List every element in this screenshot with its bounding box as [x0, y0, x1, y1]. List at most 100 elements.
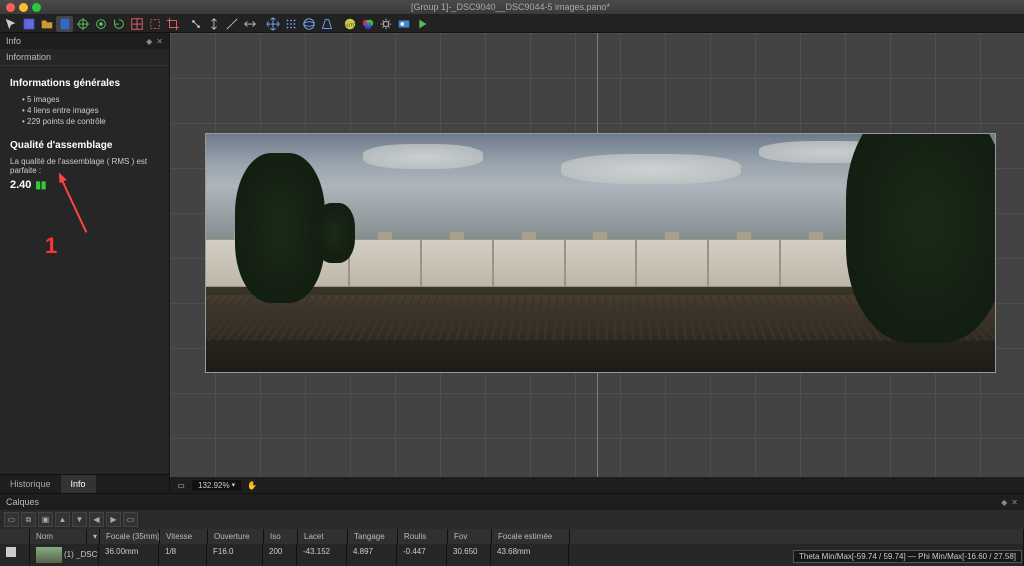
tree-decoration — [315, 203, 355, 263]
fit-icon[interactable]: ▭ — [174, 478, 188, 492]
layer-del-icon[interactable]: ▭ — [123, 512, 138, 527]
layers-title: Calques — [6, 497, 39, 507]
layer-left-icon[interactable]: ◀ — [89, 512, 104, 527]
signal-icon: ▮▮ — [35, 180, 46, 191]
tool-target-icon[interactable] — [92, 16, 109, 32]
tool-save-icon[interactable] — [20, 16, 37, 32]
cell-name[interactable]: (1) _DSC9040... — [30, 544, 99, 566]
minimize-icon[interactable] — [19, 3, 28, 12]
tree-decoration — [235, 153, 325, 303]
layer-right-icon[interactable]: ▶ — [106, 512, 121, 527]
tool-line-icon[interactable] — [223, 16, 240, 32]
cell-focale-est: 43.68mm — [491, 544, 569, 566]
status-bar: Theta Min/Max[-59.74 / 59.74] — Phi Min/… — [793, 550, 1022, 563]
col-focale-est[interactable]: Focale estimée — [492, 529, 570, 544]
layer-dup-icon[interactable]: ⧉ — [21, 512, 36, 527]
tool-sphere-icon[interactable] — [300, 16, 317, 32]
col-fov[interactable]: Fov — [448, 529, 492, 544]
col-vitesse[interactable]: Vitesse — [160, 529, 208, 544]
tool-render-icon[interactable] — [395, 16, 412, 32]
list-item: 229 points de contrôle — [22, 117, 159, 126]
layers-columns: Nom ▾ Focale (35mm) Vitesse Ouverture Is… — [0, 529, 1024, 544]
close-icon[interactable] — [6, 3, 15, 12]
window-title: [Group 1]-_DSC9040__DSC9044-5 images.pan… — [47, 2, 974, 12]
rms-value-row: 2.40 ▮▮ — [10, 179, 159, 191]
tool-document-icon[interactable] — [56, 16, 73, 32]
layer-group-icon[interactable]: ▣ — [38, 512, 53, 527]
sep-icon — [182, 16, 186, 32]
tool-arrow-h-icon[interactable] — [241, 16, 258, 32]
col-vis[interactable] — [0, 529, 30, 544]
tab-info[interactable]: Info — [61, 475, 96, 493]
pin-icon[interactable]: ◆ — [1001, 498, 1007, 507]
panel-controls[interactable]: ◆ ✕ — [146, 37, 163, 46]
tool-crop-icon[interactable] — [164, 16, 181, 32]
window-titlebar: [Group 1]-_DSC9040__DSC9044-5 images.pan… — [0, 0, 1024, 15]
tree-decoration — [846, 133, 996, 343]
cell-vitesse: 1/8 — [159, 544, 207, 566]
list-item: 5 images — [22, 95, 159, 104]
tool-crosshair-icon[interactable] — [74, 16, 91, 32]
pin-icon[interactable]: ◆ — [146, 37, 152, 46]
cell-focale: 36.00mm — [99, 544, 159, 566]
layers-header[interactable]: Calques ◆ ✕ — [0, 494, 1024, 510]
rms-value: 2.40 — [10, 179, 31, 191]
layer-down-icon[interactable]: ▼ — [72, 512, 87, 527]
col-iso[interactable]: Iso — [264, 529, 298, 544]
panorama-canvas[interactable] — [205, 133, 996, 373]
chevron-down-icon[interactable]: ▾ — [232, 481, 236, 489]
hand-icon[interactable]: ✋ — [245, 478, 259, 492]
tool-select-icon[interactable] — [146, 16, 163, 32]
svg-text:AUTO: AUTO — [343, 22, 356, 27]
panel-controls[interactable]: ◆ ✕ — [1001, 498, 1018, 507]
sep-icon — [336, 16, 340, 32]
cell-fov: 30.650 — [447, 544, 491, 566]
viewer-statusbar: ▭ 132.92% ▾ ✋ — [170, 477, 1024, 493]
layer-add-icon[interactable]: ▭ — [4, 512, 19, 527]
col-focale[interactable]: Focale (35mm) — [100, 529, 160, 544]
zoom-icon[interactable] — [32, 3, 41, 12]
info-panel-body: Informations générales 5 images 4 liens … — [0, 66, 169, 474]
tool-rotate-icon[interactable] — [110, 16, 127, 32]
tool-play-icon[interactable] — [413, 16, 430, 32]
close-panel-icon[interactable]: ✕ — [1011, 498, 1018, 507]
col-lacet[interactable]: Lacet — [298, 529, 348, 544]
quality-text: La qualité de l'assemblage ( RMS ) est p… — [10, 157, 159, 175]
tool-move-icon[interactable] — [2, 16, 19, 32]
layers-toolbar: ▭ ⧉ ▣ ▲ ▼ ◀ ▶ ▭ — [0, 510, 1024, 529]
col-roulis[interactable]: Roulis — [398, 529, 448, 544]
cell-ouverture: F16.0 — [207, 544, 263, 566]
checkbox-icon[interactable] — [6, 547, 16, 557]
layer-up-icon[interactable]: ▲ — [55, 512, 70, 527]
info-panel-header[interactable]: Info ◆ ✕ — [0, 33, 169, 49]
tool-dots-icon[interactable] — [282, 16, 299, 32]
tool-open-icon[interactable] — [38, 16, 55, 32]
tab-history[interactable]: Historique — [0, 475, 61, 493]
viewport[interactable]: ▭ 132.92% ▾ ✋ — [170, 33, 1024, 493]
col-ouverture[interactable]: Ouverture — [208, 529, 264, 544]
cell-iso: 200 — [263, 544, 297, 566]
tool-color-icon[interactable] — [359, 16, 376, 32]
tool-move4-icon[interactable] — [264, 16, 281, 32]
sep-icon — [259, 16, 263, 32]
tool-auto-icon[interactable]: AUTO — [341, 16, 358, 32]
heading-general: Informations générales — [10, 78, 159, 89]
col-menu-icon[interactable]: ▾ — [87, 529, 100, 544]
thumbnail-icon — [36, 547, 62, 563]
tool-points-icon[interactable] — [187, 16, 204, 32]
col-tangage[interactable]: Tangage — [348, 529, 398, 544]
cell-vis[interactable] — [0, 544, 30, 566]
tool-gear-icon[interactable] — [377, 16, 394, 32]
close-panel-icon[interactable]: ✕ — [156, 37, 163, 46]
cell-lacet: -43.152 — [297, 544, 347, 566]
zoom-value: 132.92% — [198, 481, 230, 490]
tool-arrow-v-icon[interactable] — [205, 16, 222, 32]
cell-tangage: 4.897 — [347, 544, 397, 566]
col-spacer — [570, 529, 1024, 544]
cell-roulis: -0.447 — [397, 544, 447, 566]
tool-grid-icon[interactable] — [128, 16, 145, 32]
traffic-lights[interactable] — [0, 3, 47, 12]
zoom-display[interactable]: 132.92% ▾ — [192, 480, 241, 491]
tool-perspective-icon[interactable] — [318, 16, 335, 32]
col-nom[interactable]: Nom — [30, 529, 87, 544]
